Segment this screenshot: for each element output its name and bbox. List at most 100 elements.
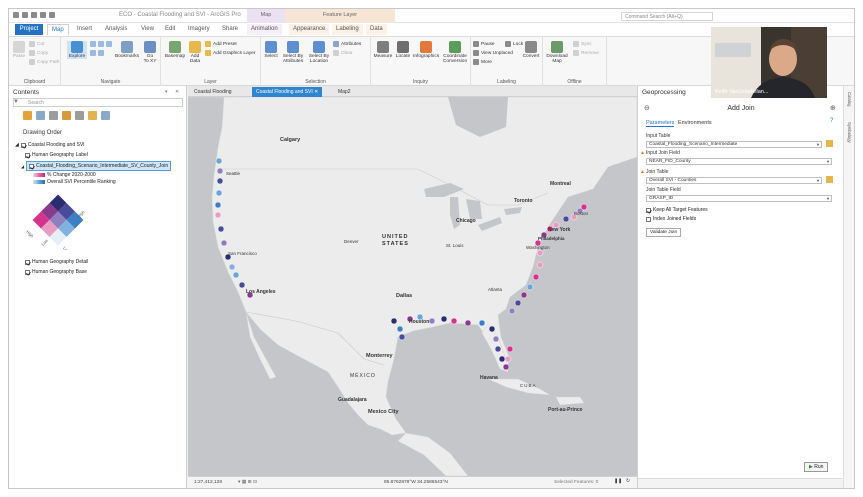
flood-point[interactable]	[396, 325, 404, 333]
expand-arrow-icon[interactable]: ◢	[15, 142, 19, 148]
command-search-input[interactable]: Command Search (Alt+Q)	[621, 12, 713, 21]
expand-arrow-icon[interactable]: ◢	[21, 164, 24, 169]
remove-button[interactable]: Remove	[573, 50, 599, 56]
layer-checkbox[interactable]	[25, 152, 30, 158]
list-by-editing-icon[interactable]	[62, 111, 71, 120]
select-by-attributes-button[interactable]: Select By Attributes	[281, 41, 305, 64]
layer-human-geography-label[interactable]: Human Geography Label	[25, 152, 88, 158]
copy-button[interactable]: Copy	[29, 50, 48, 56]
flood-point[interactable]	[506, 345, 514, 353]
add-preset-button[interactable]: Add Preset	[205, 41, 237, 47]
tab-coastal-flooding[interactable]: Coastal Flooding	[190, 87, 236, 97]
list-by-snapping-icon[interactable]	[75, 111, 84, 120]
flood-point[interactable]	[514, 299, 522, 307]
coordinate-conversion-button[interactable]: Coordinate Conversion	[441, 41, 469, 64]
add-data-button[interactable]: Add Data	[187, 41, 203, 64]
redo-icon[interactable]	[49, 12, 55, 18]
flood-point[interactable]	[220, 239, 228, 247]
tab-environments[interactable]: Environments	[678, 120, 712, 126]
flood-point[interactable]	[215, 157, 223, 165]
pause-button[interactable]: Pause	[473, 41, 495, 47]
tab-animation[interactable]: Animation	[247, 24, 282, 35]
flood-point[interactable]	[464, 319, 472, 327]
browse-folder-icon[interactable]	[826, 176, 833, 183]
tab-map[interactable]: Map	[47, 24, 69, 35]
forward-icon[interactable]	[98, 50, 104, 56]
explore-button[interactable]: Explore	[67, 41, 87, 59]
refresh-icon[interactable]: ↻	[626, 479, 630, 484]
tab-imagery[interactable]: Imagery	[184, 24, 214, 35]
tab-map2[interactable]: Map2	[334, 87, 355, 97]
dock-tab-catalog[interactable]: Catalog	[847, 92, 852, 106]
flood-point[interactable]	[504, 355, 512, 363]
help-icon[interactable]: ?	[830, 118, 833, 124]
tab-appearance[interactable]: Appearance	[289, 24, 330, 35]
download-map-button[interactable]: Download Map	[545, 41, 569, 64]
chevron-down-icon[interactable]: ▼	[826, 196, 830, 201]
index-joined-checkbox-row[interactable]: Index Joined Fields	[646, 216, 696, 222]
flood-point[interactable]	[536, 261, 544, 269]
join-table-field-select[interactable]: GRASP_ID ▼	[646, 195, 832, 202]
undo-icon[interactable]	[40, 12, 46, 18]
flood-point[interactable]	[536, 249, 544, 257]
index-joined-checkbox[interactable]	[646, 216, 651, 222]
convert-button[interactable]: Convert	[521, 41, 541, 59]
selected-layer[interactable]: Coastal_Flooding_Scenario_Intermediate_S…	[26, 161, 172, 171]
goto-xy-button[interactable]: Go To XY	[141, 41, 159, 64]
attributes-button[interactable]: Attributes	[333, 41, 361, 47]
flood-point[interactable]	[532, 273, 540, 281]
list-by-perspective-icon[interactable]	[101, 111, 110, 120]
flood-point[interactable]	[214, 201, 222, 209]
clear-selection-button[interactable]: Clear	[333, 50, 352, 56]
flood-point[interactable]	[216, 177, 224, 185]
list-by-selection-icon[interactable]	[49, 111, 58, 120]
flood-point[interactable]	[562, 215, 570, 223]
list-by-drawing-order-icon[interactable]	[23, 111, 32, 120]
layer-human-geography-detail[interactable]: Human Geography Detail	[25, 259, 88, 265]
zoom-out-icon[interactable]	[90, 50, 96, 56]
flood-point[interactable]	[215, 189, 223, 197]
flood-point[interactable]	[398, 333, 406, 341]
flood-point[interactable]	[450, 317, 458, 325]
map-checkbox[interactable]	[20, 142, 26, 148]
layer-checkbox[interactable]	[25, 259, 30, 265]
run-button[interactable]: ▶ Run	[804, 462, 829, 472]
flood-point[interactable]	[428, 317, 436, 325]
contents-search-input[interactable]: Search	[13, 98, 183, 107]
tab-parameters[interactable]: Parameters	[646, 120, 675, 127]
chevron-down-icon[interactable]: ▼	[816, 178, 820, 183]
tab-labeling[interactable]: Labeling	[332, 24, 363, 35]
flood-point[interactable]	[478, 319, 486, 327]
infographics-button[interactable]: Infographics	[413, 41, 439, 59]
flood-point[interactable]	[214, 211, 222, 219]
dock-tab-symbology[interactable]: Symbology	[847, 122, 852, 143]
tab-view[interactable]: View	[137, 24, 158, 35]
sync-button[interactable]: Sync	[573, 41, 592, 47]
validate-join-button[interactable]: Validate Join	[646, 228, 682, 237]
keep-all-checkbox-row[interactable]: Keep All Target Features	[646, 207, 708, 213]
tab-edit[interactable]: Edit	[161, 24, 179, 35]
locate-button[interactable]: Locate	[394, 41, 412, 59]
flood-point[interactable]	[238, 281, 246, 289]
back-icon[interactable]	[106, 41, 112, 47]
input-join-field[interactable]: NEAR_FID_County ▼	[646, 158, 832, 165]
flood-point[interactable]	[526, 283, 534, 291]
browse-folder-icon[interactable]	[826, 140, 833, 147]
flood-point[interactable]	[488, 325, 496, 333]
pane-close-icon[interactable]: ✕	[175, 89, 179, 95]
more-button[interactable]: More	[473, 59, 492, 65]
bookmarks-button[interactable]: Bookmarks	[115, 41, 139, 59]
add-icon[interactable]: ⊕	[830, 104, 836, 112]
flood-point[interactable]	[520, 291, 528, 299]
flood-point[interactable]	[498, 355, 506, 363]
layer-checkbox[interactable]	[25, 269, 30, 275]
flood-point[interactable]	[494, 345, 502, 353]
basemap-button[interactable]: Basemap	[164, 41, 186, 59]
layer-human-geography-base[interactable]: Human Geography Base	[25, 269, 87, 275]
flood-point[interactable]	[492, 335, 500, 343]
tab-share[interactable]: Share	[218, 24, 242, 35]
flood-point[interactable]	[232, 271, 240, 279]
paste-button[interactable]: Paste	[12, 41, 26, 59]
tab-project[interactable]: Project	[15, 24, 43, 35]
chevron-down-icon[interactable]: ▼	[816, 142, 820, 147]
